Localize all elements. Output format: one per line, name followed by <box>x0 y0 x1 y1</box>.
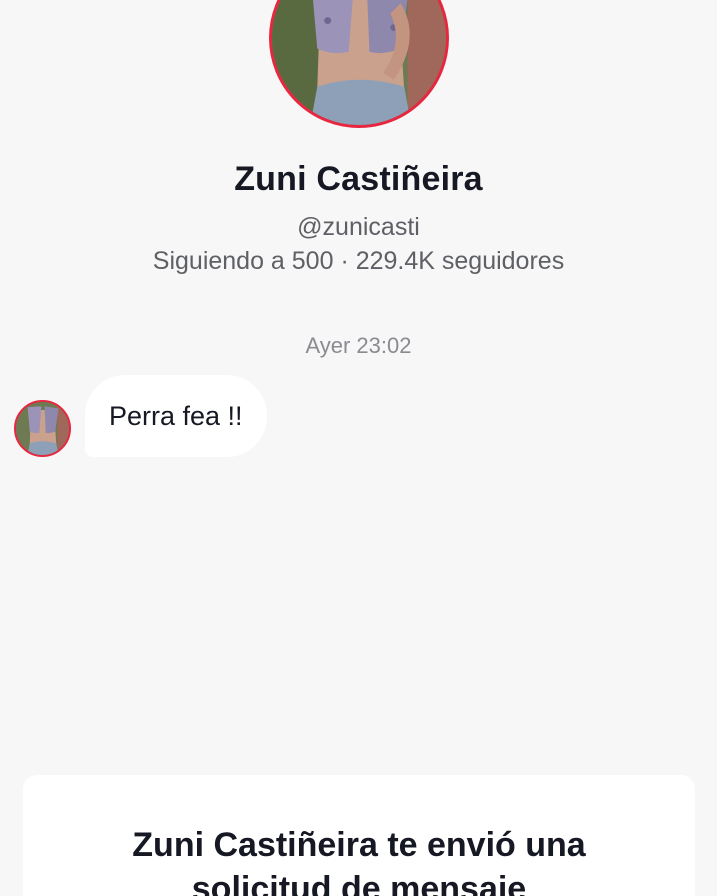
message-request-card: Zuni Castiñeira te envió una solicitud d… <box>23 775 695 896</box>
profile-avatar[interactable] <box>269 0 449 128</box>
request-text-line2: solicitud de mensaje <box>191 870 527 896</box>
sender-avatar[interactable] <box>14 400 71 457</box>
message-bubble[interactable]: Perra fea !! <box>85 375 267 457</box>
profile-name: Zuni Castiñeira <box>234 160 483 198</box>
profile-photo-icon <box>16 402 69 455</box>
message-request-text: Zuni Castiñeira te envió una solicitud d… <box>23 823 695 896</box>
profile-photo-icon <box>272 0 446 125</box>
profile-stats: Siguiendo a 500 · 229.4K seguidores <box>152 247 565 275</box>
message-timestamp: Ayer 23:02 <box>305 333 412 358</box>
request-text-line1: Zuni Castiñeira te envió una <box>132 826 586 864</box>
chat-screen: Zuni Castiñeira @zunicasti Siguiendo a 5… <box>0 0 717 896</box>
profile-handle: @zunicasti <box>297 213 420 241</box>
